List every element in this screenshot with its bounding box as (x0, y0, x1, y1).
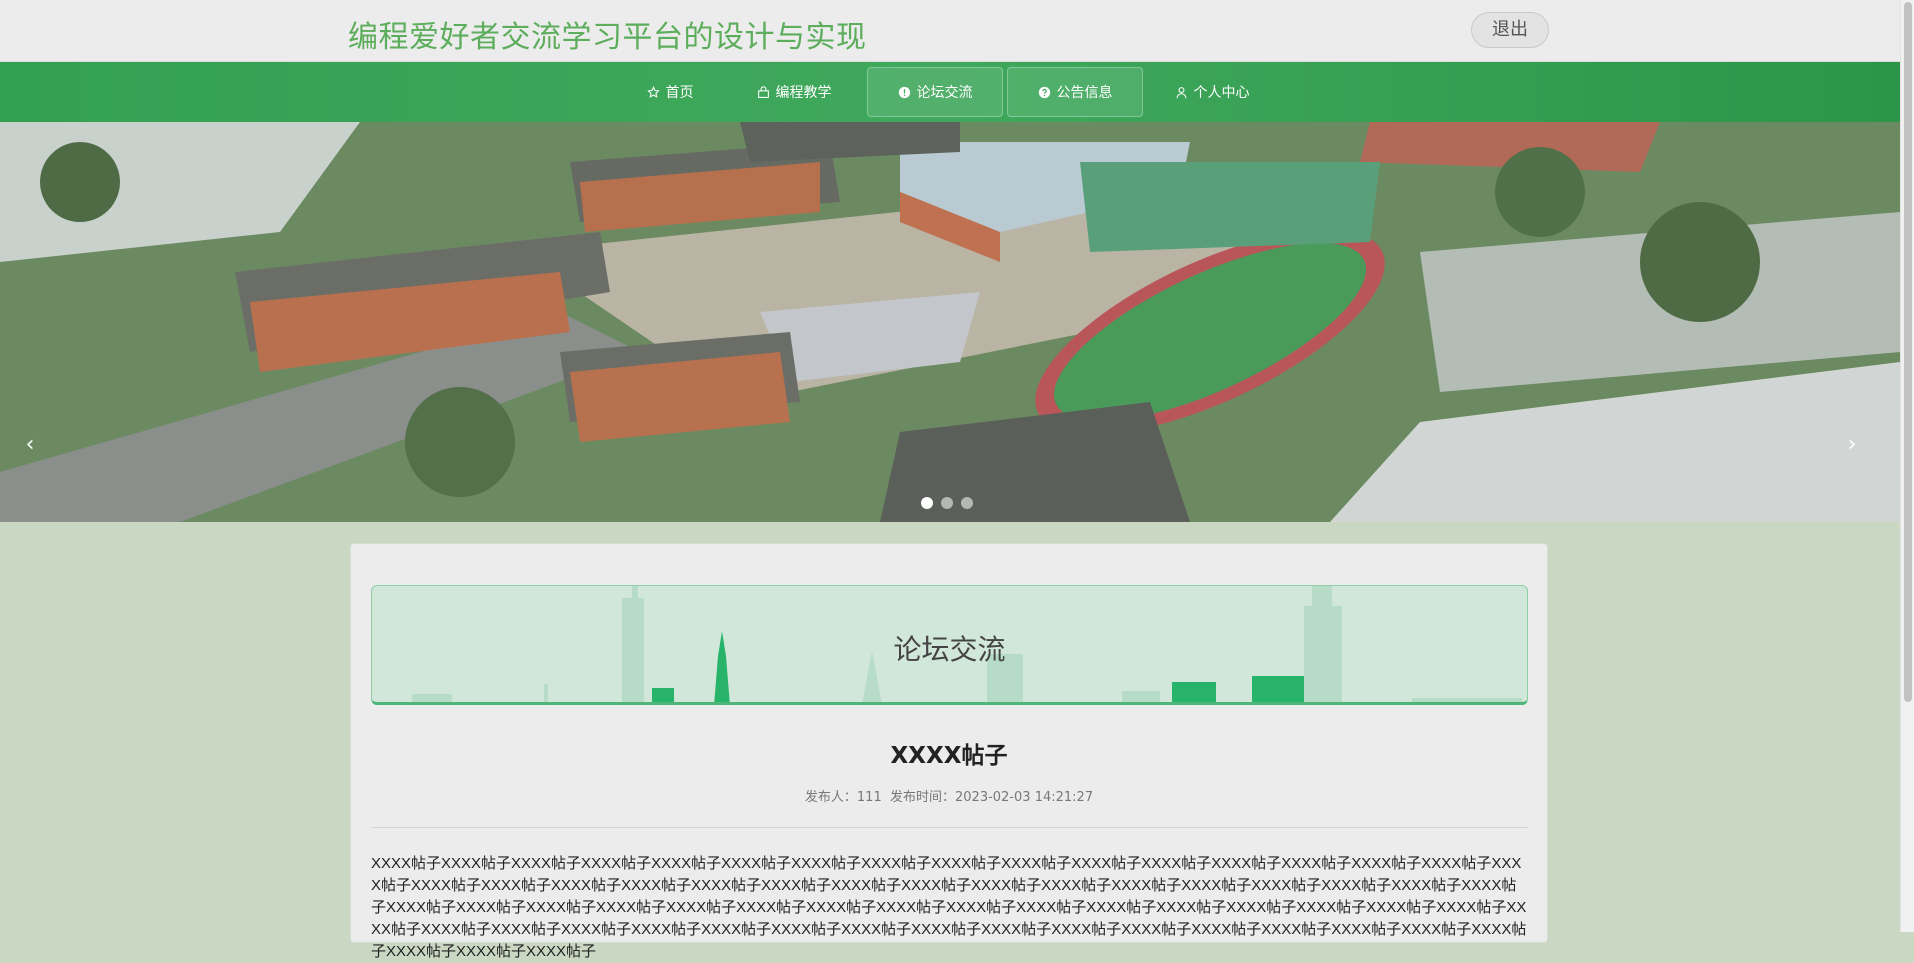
carousel-prev-arrow[interactable]: ‹ (20, 432, 40, 457)
post-meta: 发布人：111 发布时间：2023-02-03 14:21:27 (351, 786, 1547, 805)
nav-label: 公告信息 (1056, 85, 1113, 101)
scrollbar-thumb[interactable] (1904, 2, 1912, 702)
page-scrollbar[interactable] (1900, 0, 1914, 932)
post-author: 111 (856, 790, 882, 805)
main-nav: 首页 编程教学 论坛交流 公告信息 个人中心 (0, 62, 1900, 122)
nav-label: 首页 (665, 85, 694, 101)
divider (371, 827, 1528, 828)
post-author-label: 发布人： (804, 790, 857, 805)
star-icon (646, 85, 660, 98)
carousel-dot[interactable] (921, 497, 933, 509)
nav-item-home[interactable]: 首页 (634, 67, 706, 117)
carousel-next-arrow[interactable]: › (1842, 432, 1862, 457)
post-detail-card: 论坛交流 XXXX帖子 发布人：111 发布时间：2023-02-03 14:2… (350, 543, 1548, 960)
info-circle-icon (898, 86, 910, 98)
post-time-label: 发布时间： (890, 790, 956, 805)
campus-aerial-image (0, 122, 1900, 522)
nav-label: 个人中心 (1193, 85, 1250, 101)
section-header-banner: 论坛交流 (371, 585, 1528, 705)
nav-item-forum[interactable]: 论坛交流 (867, 67, 1003, 117)
nav-item-notice[interactable]: 公告信息 (1007, 67, 1143, 117)
nav-item-profile[interactable]: 个人中心 (1166, 67, 1258, 117)
nav-label: 论坛交流 (916, 85, 973, 101)
site-title: 编程爱好者交流学习平台的设计与实现 (348, 20, 867, 55)
post-time: 2023-02-03 14:21:27 (955, 790, 1094, 805)
carousel-dot[interactable] (941, 497, 953, 509)
banner-carousel: ‹ › (0, 122, 1900, 522)
top-header: 编程爱好者交流学习平台的设计与实现 退出 (0, 0, 1900, 62)
nav-item-teaching[interactable]: 编程教学 (748, 67, 840, 117)
user-icon (1176, 86, 1186, 98)
post-title: XXXX帖子 (890, 743, 1008, 769)
carousel-dot[interactable] (961, 497, 973, 509)
help-circle-icon (1038, 86, 1050, 98)
section-title: 论坛交流 (893, 633, 1006, 666)
nav-label: 编程教学 (775, 85, 832, 101)
logout-button[interactable]: 退出 (1471, 12, 1549, 48)
post-body: XXXX帖子XXXX帖子XXXX帖子XXXX帖子XXXX帖子XXXX帖子XXXX… (371, 855, 1527, 960)
bag-icon (757, 85, 769, 98)
